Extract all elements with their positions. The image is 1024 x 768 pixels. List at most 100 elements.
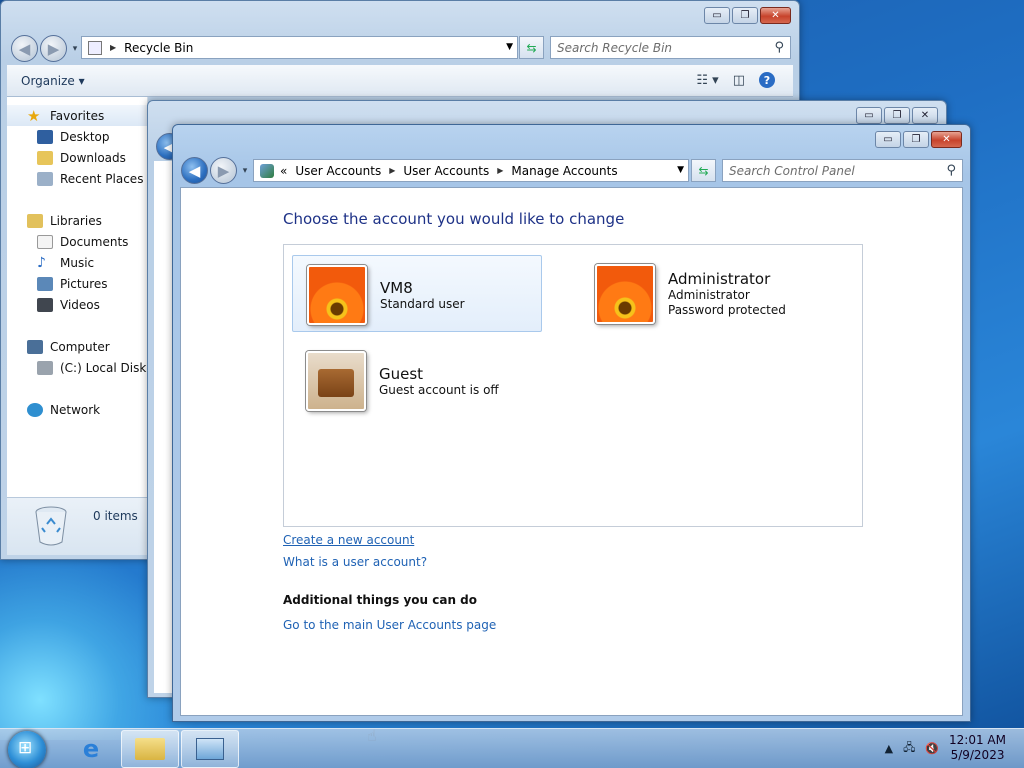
- change-view-icon[interactable]: ☷ ▾: [696, 73, 718, 88]
- control-panel-content: Choose the account you would like to cha…: [180, 187, 963, 745]
- nav-libraries[interactable]: Libraries: [7, 210, 147, 231]
- nav-local-disk[interactable]: (C:) Local Disk: [7, 357, 147, 378]
- what-is-user-account-link[interactable]: What is a user account?: [283, 555, 427, 569]
- navigation-pane: ★ Favorites Desktop Downloads Recent Plac…: [7, 97, 148, 497]
- address-bar[interactable]: ▶ Recycle Bin ▼: [81, 36, 518, 59]
- maximize-button[interactable]: ❐: [884, 107, 910, 124]
- computer-icon: [27, 339, 43, 354]
- search-icon[interactable]: ⚲: [774, 40, 784, 55]
- nav-pictures[interactable]: Pictures: [7, 273, 147, 294]
- window-controls: ▭ ❐ ✕: [856, 107, 938, 124]
- nav-videos[interactable]: Videos: [7, 294, 147, 315]
- recycle-bin-icon: [88, 40, 102, 55]
- breadcrumb-overflow[interactable]: «: [280, 164, 287, 178]
- recent-places-icon: [37, 171, 53, 186]
- show-hidden-icons-icon[interactable]: ▲: [885, 742, 893, 755]
- internet-explorer-taskbar-button[interactable]: e: [62, 730, 120, 768]
- user-accounts-icon: [260, 163, 274, 178]
- address-bar[interactable]: « User Accounts ▶ User Accounts ▶ Manage…: [253, 159, 689, 182]
- breadcrumb-separator-icon[interactable]: ▶: [497, 166, 503, 175]
- search-input[interactable]: Search Control Panel ⚲: [722, 159, 963, 182]
- maximize-button[interactable]: ❐: [903, 131, 929, 148]
- close-button[interactable]: ✕: [912, 107, 938, 124]
- folder-icon: [135, 738, 165, 760]
- breadcrumb-separator-icon[interactable]: ▶: [389, 166, 395, 175]
- pictures-icon: [37, 276, 53, 291]
- refresh-button[interactable]: ⇆: [691, 159, 716, 182]
- internet-explorer-icon: e: [82, 735, 100, 763]
- manage-accounts-window[interactable]: ▭ ❐ ✕ ◀ ▶ ▾ « User Accounts ▶ User Accou…: [172, 124, 971, 745]
- nav-documents[interactable]: Documents: [7, 231, 147, 252]
- recent-pages-dropdown[interactable]: ▾: [239, 166, 251, 176]
- control-panel-icon: [196, 738, 224, 760]
- nav-network[interactable]: Network: [7, 399, 147, 420]
- volume-muted-icon[interactable]: 🔇: [925, 742, 939, 755]
- preview-pane-icon[interactable]: ◫: [733, 73, 745, 88]
- main-user-accounts-link[interactable]: Go to the main User Accounts page: [283, 618, 496, 632]
- forward-button[interactable]: ▶: [40, 35, 67, 62]
- videos-icon: [37, 297, 53, 312]
- chevron-down-icon[interactable]: ▼: [677, 165, 684, 175]
- minimize-button[interactable]: ▭: [856, 107, 882, 124]
- nav-downloads[interactable]: Downloads: [7, 147, 147, 168]
- item-count: 0 items: [93, 509, 138, 523]
- nav-buttons: ◀ ▶ ▾: [11, 35, 81, 62]
- desktop-icon: [37, 129, 53, 144]
- account-list: VM8 Standard user Administrator Administ…: [283, 244, 863, 527]
- account-type: Administrator: [668, 288, 750, 302]
- account-name: VM8: [380, 279, 413, 297]
- nav-music[interactable]: ♪ Music: [7, 252, 147, 273]
- search-icon[interactable]: ⚲: [946, 163, 956, 178]
- start-button[interactable]: [8, 731, 46, 768]
- create-new-account-link[interactable]: Create a new account: [283, 533, 414, 547]
- account-vm8[interactable]: VM8 Standard user: [292, 255, 542, 332]
- minimize-button[interactable]: ▭: [875, 131, 901, 148]
- breadcrumb-user-accounts-2[interactable]: User Accounts: [403, 164, 489, 178]
- account-status: Password protected: [668, 303, 786, 317]
- account-administrator[interactable]: Administrator Administrator Password pro…: [595, 264, 845, 334]
- chevron-down-icon[interactable]: ▼: [506, 42, 513, 52]
- recycle-bin-icon: [35, 506, 67, 546]
- nav-favorites[interactable]: ★ Favorites: [7, 105, 147, 126]
- help-icon[interactable]: ?: [759, 72, 775, 88]
- additional-things-heading: Additional things you can do: [283, 593, 478, 607]
- nav-desktop[interactable]: Desktop: [7, 126, 147, 147]
- back-button[interactable]: ◀: [11, 35, 38, 62]
- explorer-taskbar-button[interactable]: [121, 730, 179, 768]
- refresh-button[interactable]: ⇆: [519, 36, 544, 59]
- taskbar: e ▲ 🖧 🔇 12:01 AM 5/9/2023: [0, 728, 1024, 768]
- minimize-button[interactable]: ▭: [704, 7, 730, 24]
- search-input[interactable]: Search Recycle Bin ⚲: [550, 36, 791, 59]
- music-icon: ♪: [37, 254, 46, 271]
- account-type: Standard user: [380, 297, 465, 311]
- maximize-button[interactable]: ❐: [732, 7, 758, 24]
- account-name: Administrator: [668, 270, 771, 288]
- close-button[interactable]: ✕: [931, 131, 962, 148]
- breadcrumb-manage-accounts[interactable]: Manage Accounts: [511, 164, 617, 178]
- account-name: Guest: [379, 365, 424, 383]
- breadcrumb-user-accounts-1[interactable]: User Accounts: [295, 164, 381, 178]
- window-controls: ▭ ❐ ✕: [875, 131, 962, 148]
- search-placeholder: Search Control Panel: [729, 163, 855, 178]
- clock-date: 5/9/2023: [950, 748, 1005, 762]
- organize-button[interactable]: Organize ▾: [21, 74, 85, 88]
- breadcrumb-recycle-bin[interactable]: Recycle Bin: [124, 41, 193, 55]
- clock[interactable]: 12:01 AM 5/9/2023: [949, 733, 1006, 763]
- control-panel-taskbar-button[interactable]: [181, 730, 239, 768]
- recent-pages-dropdown[interactable]: ▾: [69, 44, 81, 54]
- libraries-icon: [27, 213, 43, 228]
- user-picture-briefcase: [306, 351, 366, 411]
- close-button[interactable]: ✕: [760, 7, 791, 24]
- back-button[interactable]: ◀: [181, 157, 208, 184]
- account-status: Guest account is off: [379, 383, 499, 397]
- network-icon[interactable]: 🖧: [903, 739, 915, 758]
- nav-recent-places[interactable]: Recent Places: [7, 168, 147, 189]
- account-guest[interactable]: Guest Guest account is off: [306, 351, 556, 421]
- star-icon: ★: [27, 106, 41, 125]
- forward-button[interactable]: ▶: [210, 157, 237, 184]
- page-title: Choose the account you would like to cha…: [283, 210, 625, 228]
- command-bar: Organize ▾ ☷ ▾ ◫ ?: [7, 65, 793, 97]
- network-icon: [27, 402, 43, 417]
- nav-computer[interactable]: Computer: [7, 336, 147, 357]
- search-placeholder: Search Recycle Bin: [557, 40, 673, 55]
